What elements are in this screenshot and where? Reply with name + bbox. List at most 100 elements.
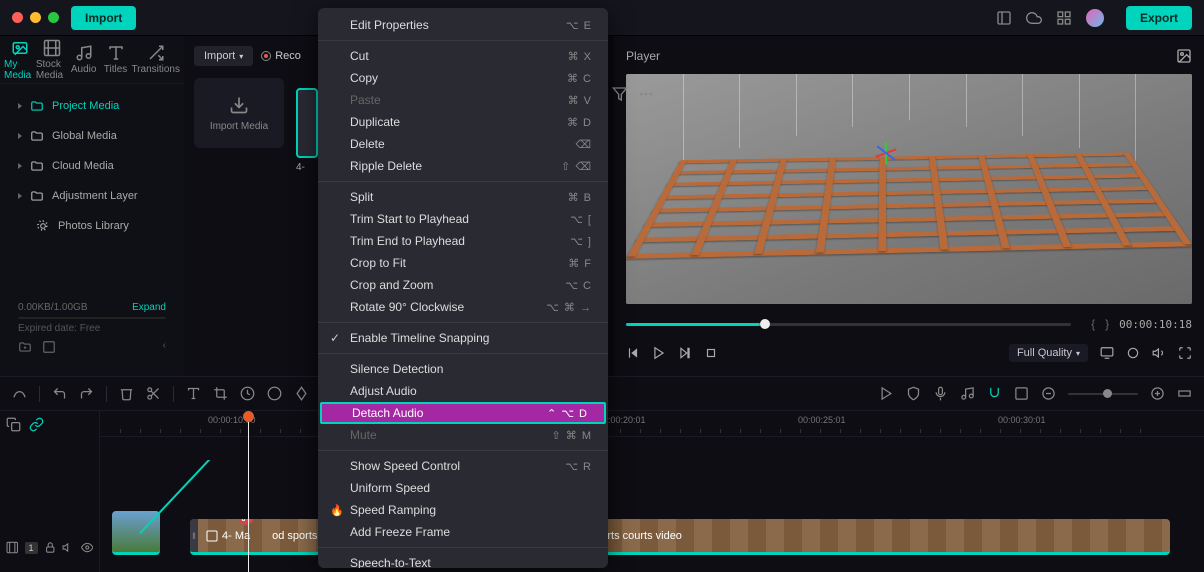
speed-icon[interactable] xyxy=(240,386,255,401)
text-icon[interactable] xyxy=(186,386,201,401)
menu-silence-detection[interactable]: Silence Detection xyxy=(318,358,608,380)
tab-my-media[interactable]: My Media xyxy=(4,36,36,84)
menu-edit-properties[interactable]: Edit Properties⌥ E xyxy=(318,14,608,36)
prev-frame-icon[interactable] xyxy=(626,346,640,360)
layout-icon[interactable] xyxy=(996,10,1012,26)
link-icon[interactable] xyxy=(1014,386,1029,401)
display-icon[interactable] xyxy=(1100,346,1114,360)
next-frame-icon[interactable] xyxy=(678,346,692,360)
lock-icon[interactable] xyxy=(44,541,57,554)
menu-cut[interactable]: Cut⌘ X xyxy=(318,45,608,67)
play-icon[interactable] xyxy=(652,346,666,360)
menu-enable-timeline-snapping[interactable]: Enable Timeline Snapping xyxy=(318,327,608,349)
preview-title: Player xyxy=(626,49,660,63)
time-ruler[interactable]: 00:00:10:0000:00:20:0100:00:25:0100:00:3… xyxy=(100,411,1204,437)
menu-show-speed-control[interactable]: Show Speed Control⌥ R xyxy=(318,455,608,477)
mute-icon[interactable] xyxy=(62,541,75,554)
marker-out[interactable]: } xyxy=(1105,317,1109,331)
fullscreen-icon[interactable] xyxy=(1178,346,1192,360)
more-icon[interactable] xyxy=(638,86,654,102)
new-folder-icon[interactable] xyxy=(18,340,32,354)
menu-uniform-speed[interactable]: Uniform Speed xyxy=(318,477,608,499)
zoom-in-icon[interactable] xyxy=(1150,386,1165,401)
import-dropdown[interactable]: Import ▾ xyxy=(194,46,253,66)
grid-icon[interactable] xyxy=(1056,10,1072,26)
expand-storage[interactable]: Expand xyxy=(132,302,166,313)
menu-split[interactable]: Split⌘ B xyxy=(318,186,608,208)
tracks-area[interactable]: 00:00:10:0000:00:20:0100:00:25:0100:00:3… xyxy=(100,411,1204,572)
menu-ripple-delete[interactable]: Ripple Delete⇧ ⌫ xyxy=(318,155,608,177)
menu-trim-start-to-playhead[interactable]: Trim Start to Playhead⌥ [ xyxy=(318,208,608,230)
marker-in[interactable]: { xyxy=(1091,317,1095,331)
magnet-icon[interactable] xyxy=(987,386,1002,401)
quality-dropdown[interactable]: Full Quality▾ xyxy=(1009,344,1088,362)
menu-copy[interactable]: Copy⌘ C xyxy=(318,67,608,89)
cut-marker-icon xyxy=(238,519,254,525)
context-menu: Edit Properties⌥ ECut⌘ XCopy⌘ CPaste⌘ VD… xyxy=(318,8,608,568)
menu-crop-and-zoom[interactable]: Crop and Zoom⌥ C xyxy=(318,274,608,296)
sidebar-item-photos-library[interactable]: Photos Library xyxy=(10,212,174,240)
mic-icon[interactable] xyxy=(933,386,948,401)
sidebar-item-adjustment-layer[interactable]: Adjustment Layer xyxy=(10,182,174,210)
tab-audio[interactable]: Audio xyxy=(68,36,100,84)
volume-icon[interactable] xyxy=(1152,346,1166,360)
film-icon xyxy=(206,530,218,542)
menu-trim-end-to-playhead[interactable]: Trim End to Playhead⌥ ] xyxy=(318,230,608,252)
eye-icon[interactable] xyxy=(81,541,94,554)
color-icon[interactable] xyxy=(267,386,282,401)
cloud-icon[interactable] xyxy=(1026,10,1042,26)
playhead[interactable] xyxy=(248,411,249,572)
tl-play-icon[interactable] xyxy=(879,386,894,401)
filter-icon[interactable] xyxy=(612,86,628,102)
timecode: 00:00:10:18 xyxy=(1119,318,1192,331)
close-window[interactable] xyxy=(12,12,23,23)
menu-crop-to-fit[interactable]: Crop to Fit⌘ F xyxy=(318,252,608,274)
import-button[interactable]: Import xyxy=(71,6,136,30)
menu-speed-ramping[interactable]: Speed Ramping xyxy=(318,499,608,521)
maximize-window[interactable] xyxy=(48,12,59,23)
undo-icon[interactable] xyxy=(52,386,67,401)
zoom-slider[interactable] xyxy=(1068,393,1138,395)
sidebar-item-cloud-media[interactable]: Cloud Media xyxy=(10,152,174,180)
record-button[interactable]: Reco xyxy=(261,46,301,66)
minimize-window[interactable] xyxy=(30,12,41,23)
avatar[interactable] xyxy=(1086,9,1104,27)
snapshot-icon[interactable] xyxy=(1176,48,1192,64)
redo-icon[interactable] xyxy=(79,386,94,401)
tab-stock-media[interactable]: Stock Media xyxy=(36,36,68,84)
import-media-tile[interactable]: Import Media xyxy=(194,78,284,148)
menu-delete[interactable]: Delete⌫ xyxy=(318,133,608,155)
music-icon[interactable] xyxy=(960,386,975,401)
menu-adjust-audio[interactable]: Adjust Audio xyxy=(318,380,608,402)
preview-viewport[interactable] xyxy=(626,74,1192,304)
keyframe-icon[interactable] xyxy=(294,386,309,401)
sidebar-item-project-media[interactable]: Project Media xyxy=(10,92,174,120)
tab-transitions[interactable]: Transitions xyxy=(131,36,180,84)
crop-icon[interactable] xyxy=(213,386,228,401)
selected-clip-tile[interactable] xyxy=(296,88,318,158)
stop-icon[interactable] xyxy=(704,346,718,360)
zoom-out-icon[interactable] xyxy=(1041,386,1056,401)
clip-handle-left[interactable]: ‖ xyxy=(190,519,198,552)
menu-add-freeze-frame[interactable]: Add Freeze Frame xyxy=(318,521,608,543)
preview-progress[interactable] xyxy=(626,323,1071,326)
menu-rotate-90-clockwise[interactable]: Rotate 90° Clockwise⌥ ⌘ → xyxy=(318,296,608,318)
copy-icon[interactable] xyxy=(6,417,21,432)
window-controls xyxy=(12,12,59,23)
sidebar-item-global-media[interactable]: Global Media xyxy=(10,122,174,150)
curve-icon[interactable] xyxy=(12,386,27,401)
attach-icon[interactable] xyxy=(29,417,44,432)
export-button[interactable]: Export xyxy=(1126,6,1192,30)
menu-duplicate[interactable]: Duplicate⌘ D xyxy=(318,111,608,133)
record-icon[interactable] xyxy=(1126,346,1140,360)
menu-speech-to-text[interactable]: Speech-to-Text xyxy=(318,552,608,568)
tab-titles[interactable]: Titles xyxy=(100,36,132,84)
thumb-clip[interactable] xyxy=(112,511,160,555)
cut-icon[interactable] xyxy=(146,386,161,401)
trash-icon[interactable] xyxy=(119,386,134,401)
menu-detach-audio[interactable]: Detach Audio⌃ ⌥ D xyxy=(320,402,606,424)
new-bin-icon[interactable] xyxy=(42,340,56,354)
chevron-left-icon[interactable]: ‹ xyxy=(163,340,166,354)
shield-icon[interactable] xyxy=(906,386,921,401)
zoom-fit-icon[interactable] xyxy=(1177,386,1192,401)
